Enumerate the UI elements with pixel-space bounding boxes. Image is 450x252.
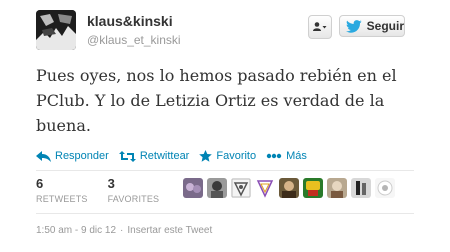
user-info: klaus&kinski @klaus_et_kinski bbox=[87, 12, 181, 48]
avatar-thumb[interactable] bbox=[327, 178, 348, 198]
avatar-thumb[interactable] bbox=[279, 178, 300, 198]
favorites-count: 3 bbox=[107, 176, 115, 191]
stats-divider-top bbox=[36, 170, 414, 171]
tweet-timestamp[interactable]: 1:50 am - 9 dic 12 bbox=[36, 225, 116, 236]
retweet-label: Retwittear bbox=[139, 150, 190, 162]
follow-label: Seguir bbox=[366, 19, 404, 33]
at-symbol: @ bbox=[87, 33, 100, 47]
avatar-thumb[interactable] bbox=[183, 178, 204, 198]
more-action[interactable]: Más bbox=[266, 150, 307, 162]
tweet-text: Pues oyes, nos lo hemos pasado rebién en… bbox=[36, 66, 397, 135]
follow-button[interactable]: Seguir bbox=[339, 15, 405, 37]
username: klaus_et_kinski bbox=[99, 33, 181, 47]
avatar-thumb-image bbox=[351, 178, 372, 198]
more-label: Más bbox=[286, 150, 307, 162]
retweets-stat[interactable]: 6 RETWEETS bbox=[36, 176, 88, 205]
retweets-label: RETWEETS bbox=[36, 194, 88, 204]
avatar-thumb[interactable] bbox=[207, 178, 228, 198]
avatar-thumb-image bbox=[207, 178, 228, 198]
favorite-action[interactable]: Favorito bbox=[199, 150, 256, 162]
avatar-thumb[interactable] bbox=[303, 178, 324, 198]
favorites-stat[interactable]: 3 FAVORITES bbox=[108, 176, 160, 205]
avatar-thumb[interactable] bbox=[351, 178, 372, 198]
reply-action[interactable]: Responder bbox=[36, 150, 109, 162]
retweet-action[interactable]: Retwittear bbox=[118, 150, 190, 162]
favorite-label: Favorito bbox=[216, 150, 257, 162]
stats-divider-bottom bbox=[36, 213, 414, 214]
user-actions-dropdown[interactable] bbox=[308, 15, 332, 39]
embed-tweet-link[interactable]: Insertar este Tweet bbox=[127, 225, 212, 236]
reply-icon bbox=[36, 150, 51, 162]
user-dropdown-icon bbox=[313, 22, 327, 31]
avatar-thumb[interactable] bbox=[375, 178, 396, 198]
avatar-image bbox=[36, 10, 76, 50]
avatar-thumb-image bbox=[279, 178, 300, 198]
avatar-thumb-image bbox=[183, 178, 204, 198]
star-icon bbox=[199, 150, 213, 162]
retweet-icon bbox=[118, 150, 136, 162]
avatar-thumb-image bbox=[255, 178, 276, 198]
avatar-thumb-image bbox=[303, 178, 324, 198]
avatar-thumb-image bbox=[231, 178, 252, 198]
tweet-actions: Responder Retwittear Favorito Más bbox=[36, 150, 317, 162]
user-avatars-row bbox=[183, 178, 396, 198]
more-icon bbox=[266, 153, 282, 159]
avatar-thumb-image bbox=[375, 178, 396, 198]
avatar[interactable] bbox=[36, 10, 76, 50]
retweets-count: 6 bbox=[36, 176, 44, 191]
username-row[interactable]: @klaus_et_kinski bbox=[87, 32, 181, 48]
tweet-footer: 1:50 am - 9 dic 12 · Insertar este Tweet bbox=[36, 225, 212, 236]
bird-icon bbox=[346, 19, 362, 33]
display-name[interactable]: klaus&kinski bbox=[87, 12, 181, 30]
avatar-thumb[interactable] bbox=[231, 178, 252, 198]
favorites-label: FAVORITES bbox=[107, 194, 160, 204]
tweet-stats: 6 RETWEETS 3 FAVORITES bbox=[36, 176, 396, 205]
reply-label: Responder bbox=[55, 150, 109, 162]
avatar-thumb[interactable] bbox=[255, 178, 276, 198]
footer-separator: · bbox=[120, 225, 124, 236]
avatar-thumb-image bbox=[327, 178, 348, 198]
